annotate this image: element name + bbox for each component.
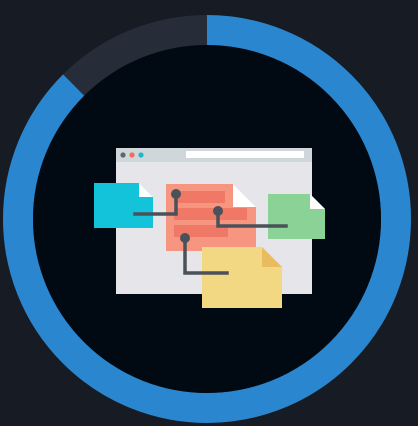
document-yellow: [202, 247, 282, 308]
document-cyan: [94, 183, 153, 228]
progress-widget: [0, 0, 418, 426]
file-transfer-icon: [94, 148, 325, 308]
document-green: [268, 194, 325, 239]
progress-ring: [3, 15, 411, 423]
